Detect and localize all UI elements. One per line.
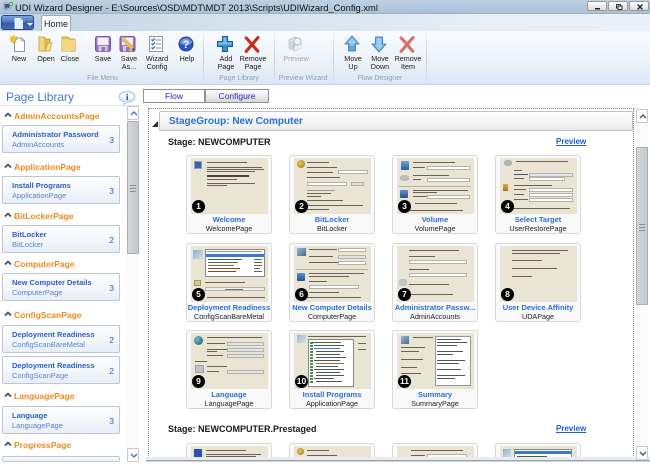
svg-text:i: i (126, 93, 129, 103)
svg-text:?: ? (183, 39, 190, 51)
